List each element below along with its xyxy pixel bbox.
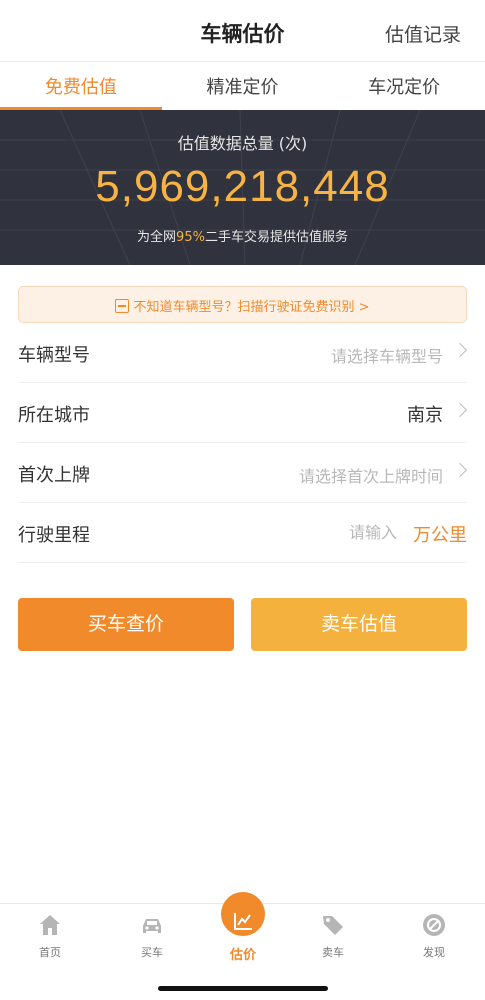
valuation-stats-banner: 估值数据总量 (次) 5,969,218,448 为全网95%二手车交易提供估值…: [0, 110, 485, 265]
nav-home-label: 首页: [39, 946, 61, 959]
first-registration-row[interactable]: 首次上牌 请选择首次上牌时间: [18, 443, 468, 503]
stats-label: 估值数据总量 (次): [177, 134, 308, 153]
discover-icon: [423, 914, 445, 936]
nav-valuation-label: 估价: [229, 948, 256, 963]
nav-buy-car-label: 买车: [141, 946, 163, 959]
first-registration-label: 首次上牌: [18, 465, 90, 486]
header-bar: 车辆估价 估值记录: [0, 0, 485, 62]
vehicle-model-label: 车辆型号: [18, 345, 90, 366]
mileage-input[interactable]: [317, 523, 397, 542]
nav-discover-label: 发现: [423, 946, 445, 959]
desc-suffix: 二手车交易提供估值服务: [204, 230, 348, 245]
nav-discover[interactable]: 发现: [404, 912, 464, 960]
nav-sell-car[interactable]: 卖车: [303, 912, 363, 960]
valuation-count: 5,969,218,448: [95, 162, 390, 211]
desc-percentage: 95%: [176, 230, 205, 245]
valuation-record-link[interactable]: 估值记录: [385, 20, 461, 47]
scan-icon: [115, 299, 130, 313]
chevron-right-icon: [452, 402, 468, 418]
home-icon: [40, 915, 60, 935]
tab-bar: 免费估值 精准定价 车况定价: [0, 62, 485, 110]
nav-buy-car[interactable]: 买车: [122, 912, 182, 960]
sell-car-valuation-button[interactable]: 卖车估值: [251, 598, 467, 651]
city-label: 所在城市: [18, 405, 90, 426]
nav-sell-car-label: 卖车: [322, 946, 344, 959]
vehicle-model-row[interactable]: 车辆型号 请选择车辆型号: [18, 323, 468, 383]
city-row[interactable]: 所在城市 南京: [18, 383, 468, 443]
tab-free-valuation[interactable]: 免费估值: [0, 62, 162, 110]
tab-precise-pricing[interactable]: 精准定价: [162, 62, 324, 110]
nav-home[interactable]: 首页: [20, 912, 80, 960]
home-indicator: [158, 986, 328, 991]
stats-description: 为全网95%二手车交易提供估值服务: [0, 226, 485, 245]
mileage-label: 行驶里程: [18, 525, 90, 546]
mileage-unit: 万公里: [413, 525, 467, 546]
city-value: 南京: [407, 405, 443, 426]
desc-prefix: 为全网: [137, 230, 177, 245]
scan-license-tip[interactable]: 不知道车辆型号？扫描行驶证免费识别 >: [18, 286, 467, 323]
tag-icon: [323, 916, 343, 935]
tab-condition-pricing[interactable]: 车况定价: [323, 62, 485, 110]
buy-car-price-button[interactable]: 买车查价: [18, 598, 234, 651]
chevron-right-icon: [452, 462, 468, 478]
chart-icon: [234, 913, 252, 930]
chevron-right-icon: [452, 342, 468, 358]
vehicle-model-placeholder: 请选择车辆型号: [330, 347, 443, 366]
mileage-row: 行驶里程 万公里: [18, 503, 467, 563]
first-registration-placeholder: 请选择首次上牌时间: [298, 467, 443, 486]
car-icon: [143, 919, 161, 933]
nav-valuation[interactable]: 估价: [213, 912, 273, 963]
scan-tip-text: 不知道车辆型号？扫描行驶证免费识别 >: [133, 300, 370, 315]
